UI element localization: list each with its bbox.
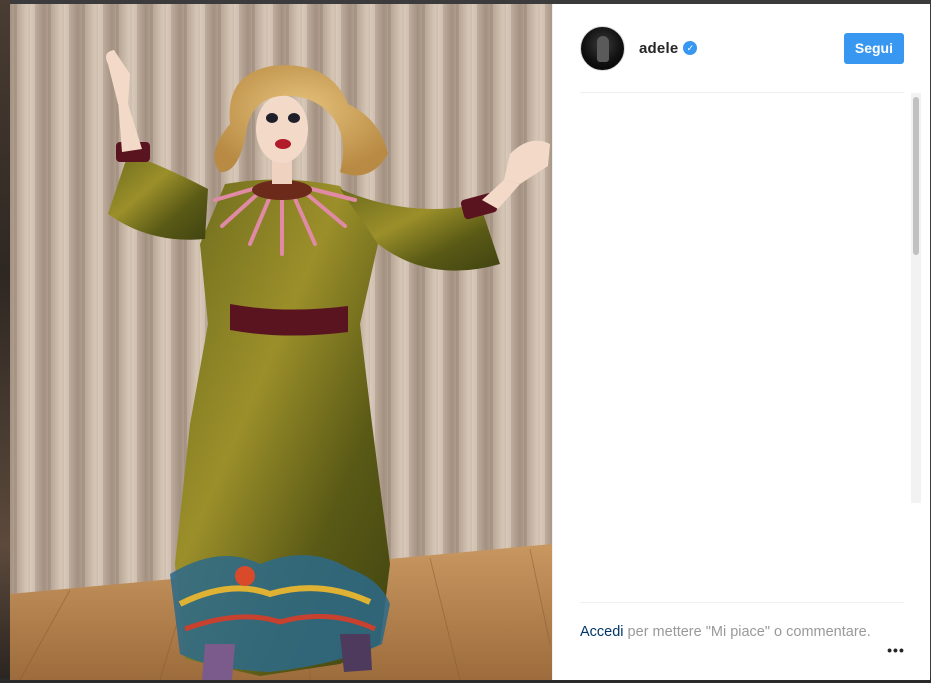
scrollbar-thumb[interactable]: [913, 97, 919, 255]
post-modal: adele ✓ Segui Accedi per mettere "Mi pia…: [10, 4, 930, 680]
page-backdrop: [0, 0, 10, 683]
post-header: adele ✓ Segui: [553, 4, 930, 92]
login-prompt-text: per mettere "Mi piace" o commentare.: [623, 624, 871, 640]
verified-badge-icon: ✓: [683, 41, 698, 55]
profile-avatar[interactable]: [580, 25, 625, 71]
post-sidebar: adele ✓ Segui Accedi per mettere "Mi pia…: [552, 4, 930, 680]
login-prompt: Accedi per mettere "Mi piace" o commenta…: [580, 621, 904, 643]
more-options-icon[interactable]: •••: [884, 642, 908, 658]
comments-area[interactable]: [580, 93, 904, 503]
comments-scrollbar[interactable]: [911, 93, 921, 503]
footer-divider: [580, 602, 904, 603]
follow-button[interactable]: Segui: [843, 32, 904, 64]
profile-username[interactable]: adele: [639, 40, 678, 57]
post-photo-illustration: [10, 4, 552, 680]
post-photo: [10, 4, 552, 680]
login-link[interactable]: Accedi: [580, 624, 624, 640]
